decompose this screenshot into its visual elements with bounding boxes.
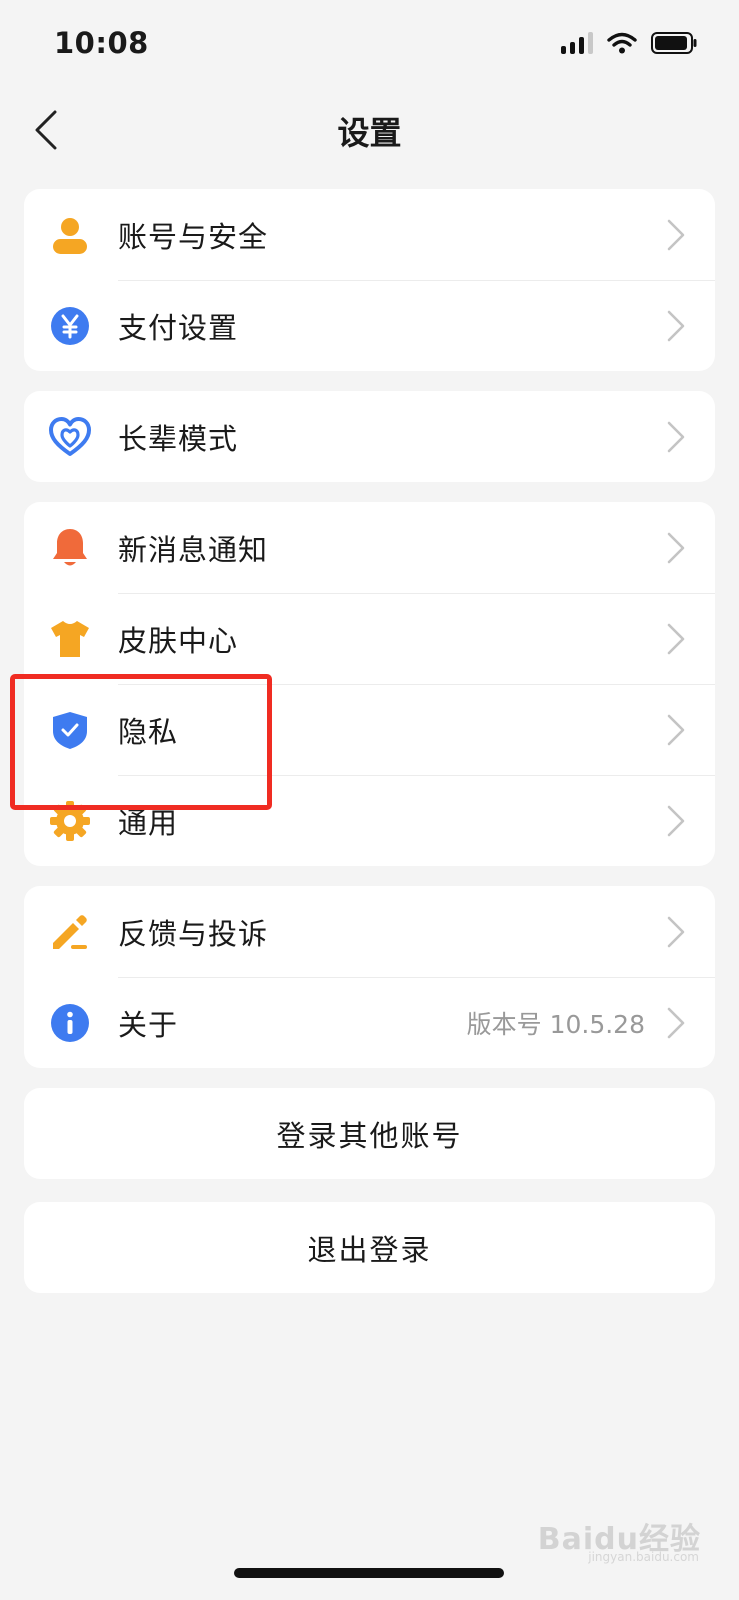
settings-item-label: 账号与安全 xyxy=(118,219,269,254)
settings-item-label: 通用 xyxy=(118,805,179,840)
settings-group-account: 账号与安全 支付设置 xyxy=(24,189,715,371)
chevron-right-icon xyxy=(667,219,685,251)
version-value: 版本号 10.5.28 xyxy=(466,1009,645,1039)
home-indicator[interactable] xyxy=(234,1568,504,1578)
chevron-right-icon xyxy=(667,1007,685,1039)
logout-button[interactable]: 退出登录 xyxy=(24,1202,715,1293)
settings-item-payment[interactable]: 支付设置 xyxy=(24,280,715,371)
settings-item-about[interactable]: 关于 版本号 10.5.28 xyxy=(24,977,715,1068)
shield-icon xyxy=(48,708,92,752)
heart-icon xyxy=(48,415,92,459)
settings-group-support: 反馈与投诉 关于 版本号 10.5.28 xyxy=(24,886,715,1068)
chevron-right-icon xyxy=(667,714,685,746)
settings-item-label: 隐私 xyxy=(118,714,179,749)
settings-item-feedback[interactable]: 反馈与投诉 xyxy=(24,886,715,977)
settings-item-skin-center[interactable]: 皮肤中心 xyxy=(24,593,715,684)
settings-item-notifications[interactable]: 新消息通知 xyxy=(24,502,715,593)
user-icon xyxy=(48,213,92,257)
settings-item-label: 关于 xyxy=(118,1007,179,1042)
pencil-icon xyxy=(48,910,92,954)
yuan-icon xyxy=(48,304,92,348)
settings-item-elder-mode[interactable]: 长辈模式 xyxy=(24,391,715,482)
settings-item-privacy[interactable]: 隐私 xyxy=(24,684,715,775)
shirt-icon xyxy=(48,617,92,661)
settings-item-account-security[interactable]: 账号与安全 xyxy=(24,189,715,280)
chevron-right-icon xyxy=(667,532,685,564)
chevron-right-icon xyxy=(667,623,685,655)
battery-icon xyxy=(651,32,697,54)
switch-account-button[interactable]: 登录其他账号 xyxy=(24,1088,715,1179)
nav-bar: 设置 xyxy=(0,92,739,168)
settings-item-label: 支付设置 xyxy=(118,310,239,345)
settings-item-label: 皮肤中心 xyxy=(118,623,239,658)
status-time: 10:08 xyxy=(54,26,149,60)
settings-item-label: 新消息通知 xyxy=(118,532,269,567)
wifi-icon xyxy=(607,32,637,54)
bell-icon xyxy=(48,526,92,570)
status-icons xyxy=(561,32,697,54)
settings-item-label: 反馈与投诉 xyxy=(118,916,269,951)
baidu-watermark-url: jingyan.baidu.com xyxy=(588,1550,699,1564)
chevron-right-icon xyxy=(667,805,685,837)
gear-icon xyxy=(48,799,92,843)
settings-item-label: 长辈模式 xyxy=(118,421,239,456)
chevron-right-icon xyxy=(667,310,685,342)
settings-item-general[interactable]: 通用 xyxy=(24,775,715,866)
info-icon xyxy=(48,1001,92,1045)
cellular-signal-icon xyxy=(561,32,593,54)
status-bar: 10:08 xyxy=(0,0,739,90)
page-title: 设置 xyxy=(337,114,402,152)
chevron-right-icon xyxy=(667,421,685,453)
settings-group-preferences: 新消息通知 皮肤中心 隐私 通用 xyxy=(24,502,715,866)
chevron-right-icon xyxy=(667,916,685,948)
settings-group-elder: 长辈模式 xyxy=(24,391,715,482)
